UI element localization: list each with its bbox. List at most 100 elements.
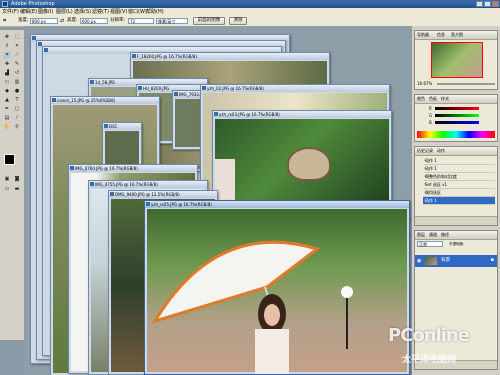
doc-window-title: DSC	[109, 124, 118, 129]
layer-row[interactable]: ◉ 背景 ▪	[415, 255, 497, 267]
action-row[interactable]: ✓ 调用选区	[423, 189, 495, 197]
menu-view[interactable]: 视图(V)	[110, 9, 127, 15]
type-tool-icon[interactable]: T	[13, 97, 21, 104]
menu-filter[interactable]: 滤镜(T)	[92, 9, 109, 15]
close-button[interactable]	[492, 1, 499, 7]
menu-layer[interactable]: 图层(L)	[56, 9, 73, 15]
resolution-unit-select[interactable]: 像素/英寸	[156, 18, 188, 24]
tab-layers[interactable]: 图层	[417, 232, 425, 238]
action-row[interactable]: ✓ 调整色阶和对比度	[423, 173, 495, 181]
marquee-tool-icon[interactable]: ⬚	[13, 34, 21, 41]
action-row[interactable]: ✓ 动作 1	[423, 165, 495, 173]
doc-window-title: yzh_rx03.JPG @ 16.7%(RGB/8)	[219, 112, 280, 117]
action-row-selected[interactable]: ✓ 动作 1	[423, 197, 495, 205]
b-label: B	[429, 120, 432, 125]
action-row[interactable]: ✓ 动作 1	[423, 157, 495, 165]
actions-toolbar	[415, 216, 497, 225]
doc-window-title: yzh_02.JPG @ 16.7%(RGB/8)	[207, 86, 264, 91]
navigator-thumbnail[interactable]	[431, 42, 483, 78]
checkmark-icon[interactable]: ✓	[424, 181, 429, 187]
gradient-tool-icon[interactable]: ▥	[13, 79, 21, 86]
maximize-button[interactable]	[484, 1, 491, 7]
checkmark-icon[interactable]: ✓	[424, 197, 429, 203]
magic-wand-icon[interactable]: ✶	[13, 43, 21, 50]
app-title: Adobe Photoshop	[11, 1, 55, 7]
dodge-tool-icon[interactable]: ●	[13, 88, 21, 95]
path-select-icon[interactable]: ▲	[3, 97, 11, 104]
height-label: 高度:	[67, 18, 78, 23]
doc-window-title: HU_8200.JPG	[143, 86, 170, 91]
menu-select[interactable]: 选择(S)	[74, 9, 91, 15]
history-brush-icon[interactable]: ↺	[13, 70, 21, 77]
healing-brush-icon[interactable]: ✚	[3, 61, 11, 68]
color-ramp[interactable]	[417, 131, 495, 138]
doc-window-title: canon_15.JPG @ 25%(RGB/8)	[57, 98, 116, 103]
g-label: G	[429, 113, 433, 118]
blend-mode-select[interactable]: 正常	[417, 241, 443, 247]
brush-tool-icon[interactable]: ✎	[13, 61, 21, 68]
checkmark-icon[interactable]: ✓	[424, 157, 429, 163]
r-slider[interactable]	[435, 107, 479, 110]
shape-tool-icon[interactable]: ▢	[13, 106, 21, 113]
eraser-tool-icon[interactable]: ▭	[3, 79, 11, 86]
resolution-input[interactable]: 72	[128, 18, 154, 24]
crop-tool-icon[interactable]: ⌗	[3, 18, 6, 24]
front-image-button[interactable]: 前面的图像	[193, 17, 225, 25]
width-input[interactable]: 800 px	[30, 18, 58, 24]
navigator-panel: 导航器 信息 直方图 16.67%	[414, 30, 498, 90]
tab-history[interactable]: 历史记录	[417, 148, 433, 154]
tab-channels[interactable]: 通道	[429, 232, 437, 238]
layer-thumbnail	[425, 257, 437, 265]
color-panel: 颜色 色板 样式 R G B	[414, 94, 498, 142]
photoshop-logo-icon	[2, 1, 8, 7]
menu-help[interactable]: 帮助(H)	[146, 9, 164, 15]
foreground-color-swatch[interactable]	[4, 154, 15, 165]
screen-mode-icon[interactable]: ▭	[3, 186, 11, 193]
height-input[interactable]: 600 px	[80, 18, 108, 24]
quick-mask-icon[interactable]: ◙	[13, 176, 21, 183]
r-label: R	[429, 106, 432, 111]
g-slider[interactable]	[435, 114, 479, 117]
minimize-button[interactable]	[476, 1, 483, 7]
opacity-label: 不透明度:	[449, 242, 465, 246]
zoom-slider[interactable]	[437, 83, 495, 85]
checkmark-icon[interactable]: ✓	[424, 189, 429, 195]
doc-window-title: IMG_0760.JPG @ 16.7%(RGB/8)	[75, 166, 138, 171]
b-slider[interactable]	[435, 121, 479, 124]
clear-button[interactable]: 清除	[229, 17, 247, 25]
doc-window-yzh-rx03[interactable]: yzh_rx03.JPG @ 16.7%(RGB/8)	[212, 110, 392, 210]
zoom-tool-icon[interactable]: ⚲	[13, 124, 21, 131]
checkmark-icon[interactable]: ✓	[424, 173, 429, 179]
eye-icon[interactable]: ◉	[417, 258, 421, 264]
doc-window-title: DMG_9400.JPG @ 12.5%(RGB/8)	[115, 192, 180, 197]
menu-file[interactable]: 文件(F)	[2, 9, 19, 15]
menu-edit[interactable]: 编辑(E)	[20, 9, 37, 15]
crop-tool-icon[interactable]: ⌗	[3, 52, 11, 59]
tab-actions[interactable]: 动作	[437, 148, 445, 154]
tab-swatches[interactable]: 色板	[429, 96, 437, 102]
standard-mode-icon[interactable]: ▣	[3, 176, 11, 183]
swap-icon[interactable]: ⇄	[60, 18, 64, 24]
doc-window-yzh-rx05[interactable]: yzh_rx05.JPG @ 16.7%(RGB/8)	[144, 200, 410, 375]
notes-tool-icon[interactable]: ▤	[3, 115, 11, 122]
tab-color[interactable]: 颜色	[417, 96, 425, 102]
fullscreen-mode-icon[interactable]: ▬	[13, 186, 21, 193]
hand-tool-icon[interactable]: ✋	[3, 124, 11, 131]
tab-histogram[interactable]: 直方图	[451, 32, 463, 38]
action-row[interactable]: ✓ Set 选区 v1	[423, 181, 495, 189]
menu-image[interactable]: 图像(I)	[38, 9, 53, 15]
navigator-zoom[interactable]: 16.67%	[417, 81, 432, 86]
lasso-tool-icon[interactable]: ℓ	[3, 43, 11, 50]
tab-styles[interactable]: 样式	[441, 96, 449, 102]
eyedropper-tool-icon[interactable]: ⁄	[13, 115, 21, 122]
stamp-tool-icon[interactable]: ▟	[3, 70, 11, 77]
move-tool-icon[interactable]: ✥	[3, 34, 11, 41]
slice-tool-icon[interactable]: ⟋	[13, 52, 21, 59]
checkmark-icon[interactable]: ✓	[424, 165, 429, 171]
blur-tool-icon[interactable]: ◆	[3, 88, 11, 95]
tab-navigator[interactable]: 导航器	[417, 32, 429, 38]
menu-window[interactable]: 窗口(W)	[128, 9, 147, 15]
tab-paths[interactable]: 路径	[441, 232, 449, 238]
tab-info[interactable]: 信息	[437, 32, 445, 38]
pen-tool-icon[interactable]: ✒	[3, 106, 11, 113]
